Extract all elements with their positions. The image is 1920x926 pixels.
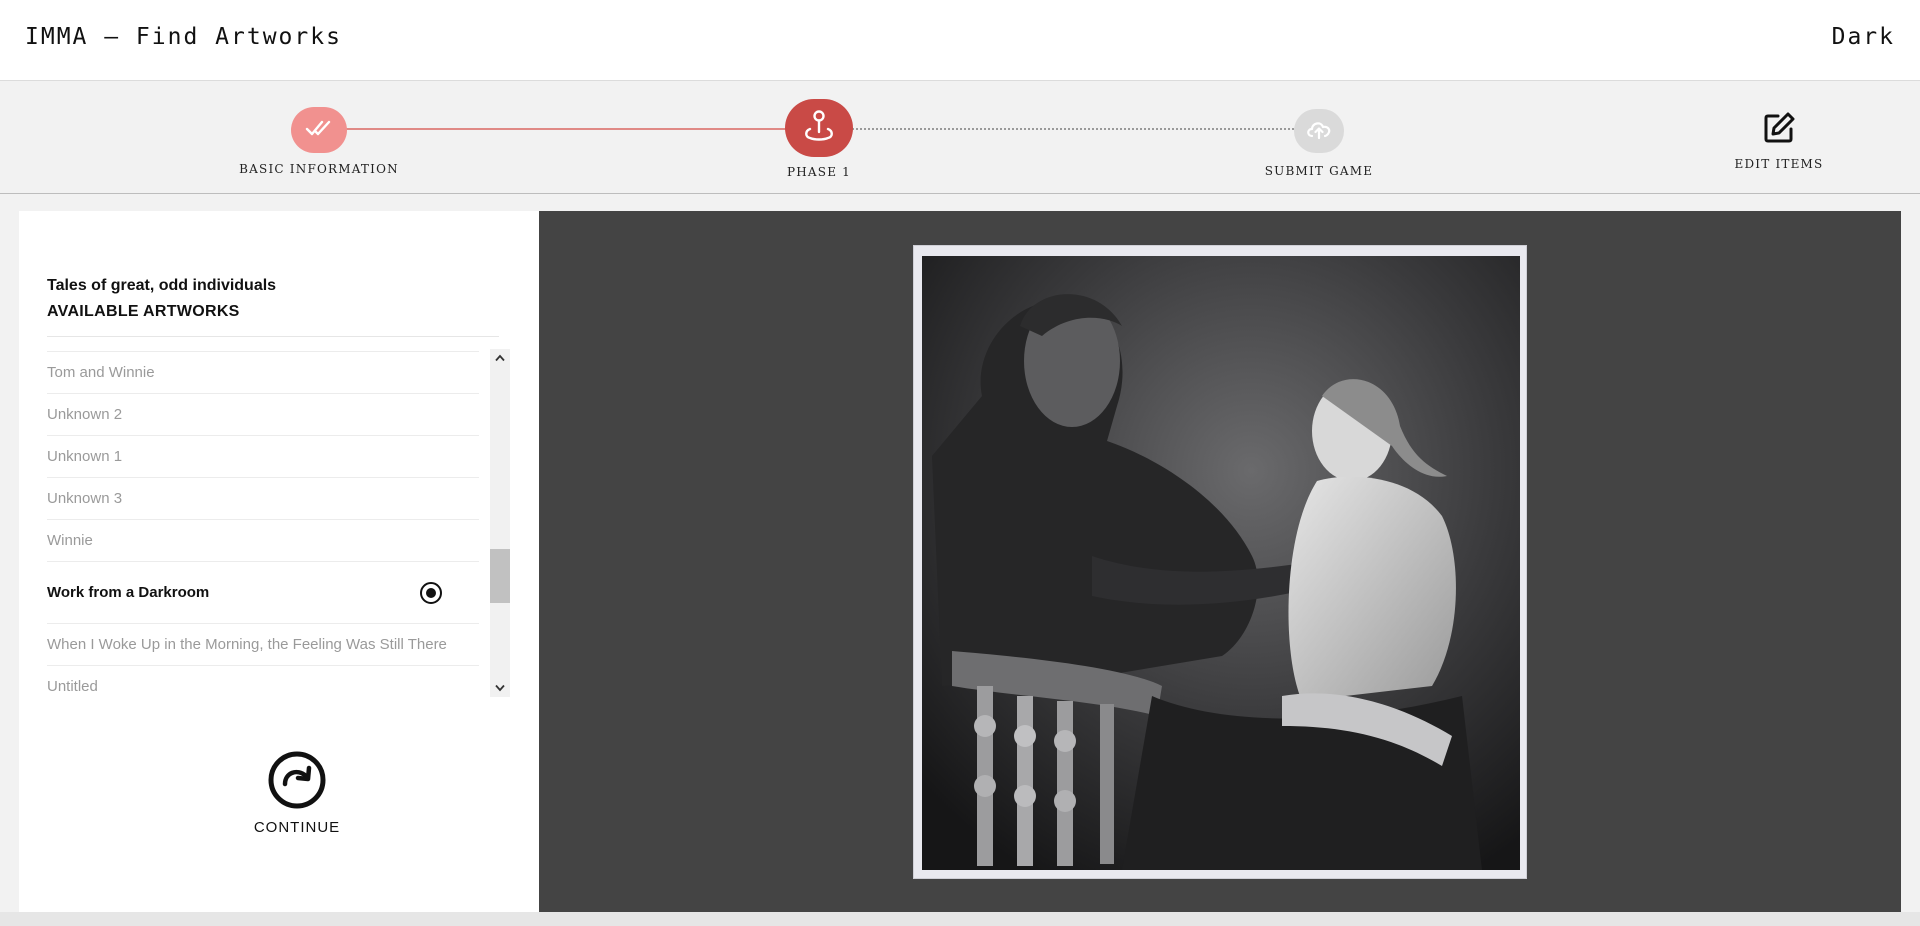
continue-button[interactable]: CONTINUE [227, 751, 367, 836]
app-title: IMMA – Find Artworks [25, 24, 342, 50]
list-item[interactable]: Untitled [47, 665, 479, 695]
artworks-list: Tom and Winnie Unknown 2 Unknown 1 Unkno… [47, 351, 479, 695]
edit-icon [1761, 110, 1797, 150]
list-item[interactable]: Tom and Winnie [47, 351, 479, 393]
artwork-title: Tom and Winnie [47, 364, 155, 381]
artwork-image-frame [913, 245, 1527, 879]
list-item[interactable]: Unknown 2 [47, 393, 479, 435]
cloud-upload-icon [1305, 118, 1333, 144]
redo-circle-icon [268, 751, 326, 809]
step-edit-items[interactable]: EDIT ITEMS [1669, 81, 1889, 171]
step-label-edit: EDIT ITEMS [1734, 157, 1824, 171]
artwork-title: Work from a Darkroom [47, 584, 210, 601]
double-check-icon [304, 118, 334, 142]
step-basic-information[interactable]: BASIC INFORMATION [209, 81, 429, 176]
step-label-phase: PHASE 1 [786, 165, 852, 179]
step-submit-game[interactable]: SUBMIT GAME [1209, 81, 1429, 178]
step-label-submit: SUBMIT GAME [1264, 164, 1374, 178]
radio-selected-icon[interactable] [420, 581, 442, 604]
top-bar: IMMA – Find Artworks Dark [0, 0, 1920, 81]
continue-label: CONTINUE [253, 819, 341, 836]
theme-toggle-dark[interactable]: Dark [1832, 24, 1895, 50]
step-circle-phase [785, 99, 853, 157]
step-label-basic: BASIC INFORMATION [239, 162, 399, 176]
artwork-title: Untitled [47, 678, 98, 695]
step-circle-submit [1294, 109, 1344, 153]
step-circle-basic [291, 107, 347, 153]
list-item[interactable]: Unknown 1 [47, 435, 479, 477]
artwork-title: When I Woke Up in the Morning, the Feeli… [47, 636, 447, 653]
list-item[interactable]: Winnie [47, 519, 479, 561]
artwork-title: Unknown 2 [47, 406, 123, 423]
progress-stepper: BASIC INFORMATION PHASE 1 SUBMIT GAME ED… [0, 81, 1920, 194]
step-phase-1[interactable]: PHASE 1 [709, 81, 929, 179]
step-circle-edit [1757, 108, 1801, 152]
bottom-strip [0, 912, 1920, 926]
available-artworks-heading: AVAILABLE ARTWORKS [47, 303, 240, 320]
list-item[interactable]: Unknown 3 [47, 477, 479, 519]
artwork-title: Unknown 1 [47, 448, 123, 465]
scroll-down-arrow-icon[interactable] [490, 679, 510, 697]
list-item[interactable]: When I Woke Up in the Morning, the Feeli… [47, 623, 479, 665]
scrollbar-thumb[interactable] [490, 549, 510, 603]
divider [47, 336, 499, 337]
artwork-viewer [539, 211, 1901, 912]
artworks-list-viewport[interactable]: Tom and Winnie Unknown 2 Unknown 1 Unkno… [47, 351, 531, 695]
artwork-title: Unknown 3 [47, 490, 123, 507]
location-pin-icon [801, 108, 837, 148]
game-title: Tales of great, odd individuals [47, 277, 277, 294]
artworks-panel: Tales of great, odd individuals AVAILABL… [19, 211, 539, 912]
list-item-selected[interactable]: Work from a Darkroom [47, 561, 479, 623]
scroll-up-arrow-icon[interactable] [490, 349, 510, 367]
list-scrollbar[interactable] [490, 349, 510, 697]
artwork-image [922, 256, 1520, 870]
artwork-title: Winnie [47, 532, 93, 549]
